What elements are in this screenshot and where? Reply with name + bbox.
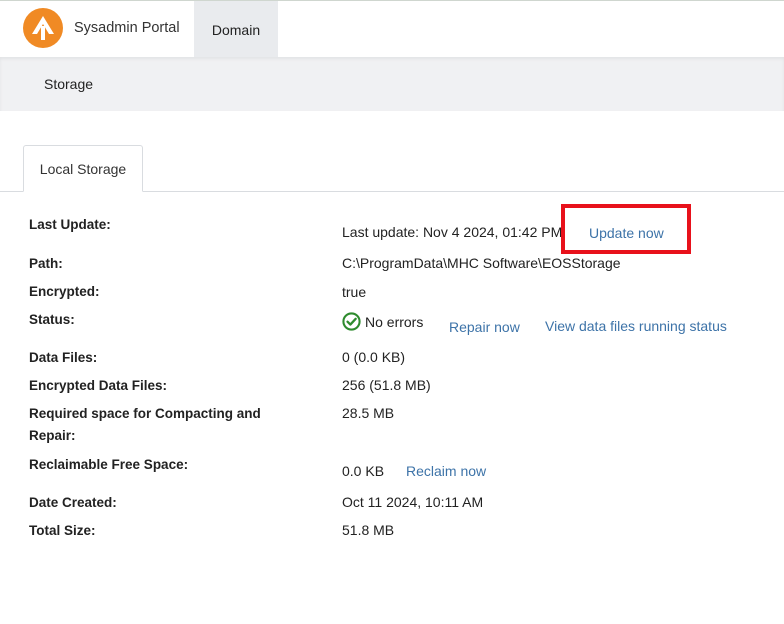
required-space-value: 28.5 MB (342, 405, 395, 421)
status-indicator: No errors (342, 312, 423, 331)
encrypted-data-files-value: 256 (51.8 MB) (342, 377, 431, 393)
data-files-value: 0 (0.0 KB) (342, 349, 406, 365)
view-running-status-link[interactable]: View data files running status (545, 316, 727, 336)
required-space-label-line1: Required space for Compacting and (29, 406, 261, 421)
data-files-label: Data Files: (29, 350, 98, 365)
portal-title[interactable]: Sysadmin Portal (74, 20, 180, 36)
repair-now-link[interactable]: Repair now (449, 317, 520, 337)
encrypted-value: true (342, 284, 367, 300)
status-value: No errors (365, 313, 424, 330)
reclaimable-free-space-value: 0.0 KB (342, 463, 385, 479)
tab-domain[interactable]: Domain (194, 1, 278, 58)
total-size-value: 51.8 MB (342, 522, 395, 538)
subnav-item-storage[interactable]: Storage (44, 76, 93, 92)
date-created-label: Date Created: (29, 495, 117, 510)
last-update-label: Last Update: (29, 217, 111, 232)
encrypted-data-files-label: Encrypted Data Files: (29, 378, 168, 393)
path-value: C:\ProgramData\MHC Software\EOSStorage (342, 255, 621, 271)
path-label: Path: (29, 256, 63, 271)
total-size-label: Total Size: (29, 523, 96, 538)
top-navigation-bar: Sysadmin Portal Domain (0, 0, 784, 58)
tab-local-storage[interactable]: Local Storage (23, 145, 143, 192)
reclaim-now-link[interactable]: Reclaim now (406, 461, 486, 481)
check-circle-icon (342, 312, 361, 331)
app-logo-icon[interactable] (23, 8, 63, 48)
secondary-navigation-bar: Storage (0, 57, 784, 111)
reclaimable-free-space-label: Reclaimable Free Space: (29, 457, 189, 472)
status-label: Status: (29, 312, 75, 327)
required-space-label-line2: Repair: (29, 428, 76, 443)
highlight-annotation-box (561, 204, 691, 254)
date-created-value: Oct 11 2024, 10:11 AM (342, 494, 484, 510)
encrypted-label: Encrypted: (29, 284, 100, 299)
last-update-value: Last update: Nov 4 2024, 01:42 PM (342, 224, 563, 240)
